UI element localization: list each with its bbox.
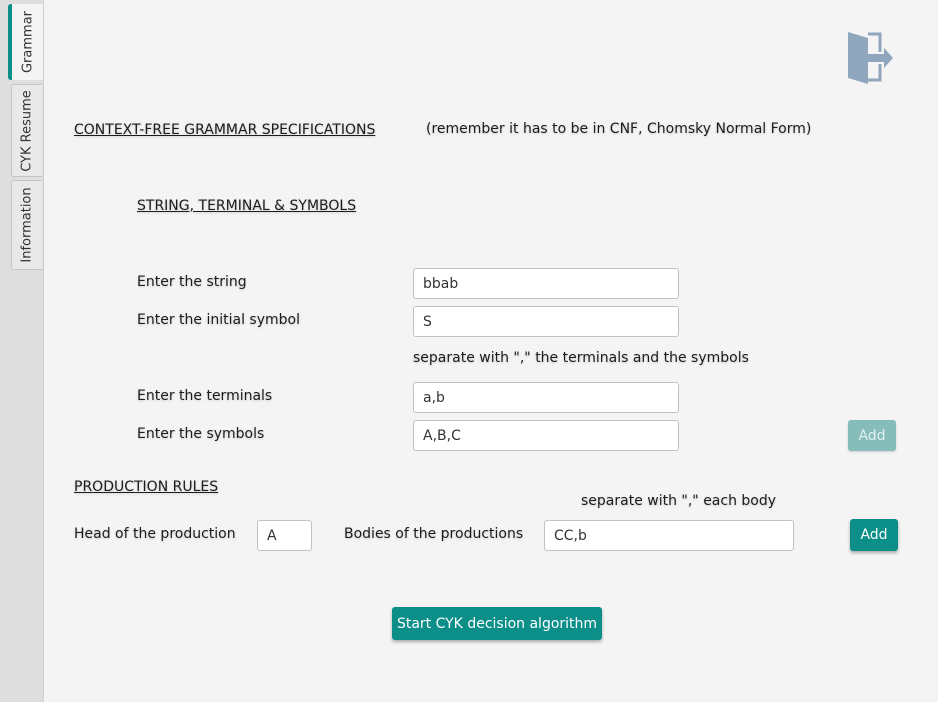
cnf-note: (remember it has to be in CNF, Chomsky N… xyxy=(426,121,812,137)
tab-information[interactable]: Information xyxy=(11,180,42,270)
bodies-input[interactable] xyxy=(544,520,794,551)
symbols-label: Enter the symbols xyxy=(137,426,265,442)
grammar-spec-heading: CONTEXT-FREE GRAMMAR SPECIFICATIONS xyxy=(74,122,376,138)
symbols-heading: STRING, TERMINAL & SYMBOLS xyxy=(137,198,357,214)
tab-cyk-resume-label: CYK Resume xyxy=(19,89,35,172)
head-input[interactable] xyxy=(257,520,312,551)
tab-grammar[interactable]: Grammar xyxy=(8,4,43,80)
symbols-input[interactable] xyxy=(413,420,679,451)
string-input[interactable] xyxy=(413,268,679,299)
terminals-label: Enter the terminals xyxy=(137,388,273,404)
body-separator-hint: separate with "," each body xyxy=(581,493,777,509)
exit-door-icon[interactable] xyxy=(846,28,894,86)
start-cyk-button[interactable]: Start CYK decision algorithm xyxy=(392,607,602,640)
add-production-button[interactable]: Add xyxy=(850,519,898,551)
tab-grammar-label: Grammar xyxy=(20,10,35,74)
tab-information-label: Information xyxy=(19,187,35,263)
tab-cyk-resume[interactable]: CYK Resume xyxy=(11,84,42,177)
terminals-input[interactable] xyxy=(413,382,679,413)
production-rules-heading: PRODUCTION RULES xyxy=(74,479,219,495)
add-symbols-button[interactable]: Add xyxy=(848,420,896,451)
bodies-label: Bodies of the productions xyxy=(344,526,524,542)
initial-symbol-input[interactable] xyxy=(413,306,679,337)
separator-hint: separate with "," the terminals and the … xyxy=(413,350,749,366)
string-label: Enter the string xyxy=(137,274,247,290)
head-label: Head of the production xyxy=(74,526,236,542)
initial-symbol-label: Enter the initial symbol xyxy=(137,312,300,328)
sidebar-tabs: Grammar CYK Resume Information xyxy=(0,0,44,702)
